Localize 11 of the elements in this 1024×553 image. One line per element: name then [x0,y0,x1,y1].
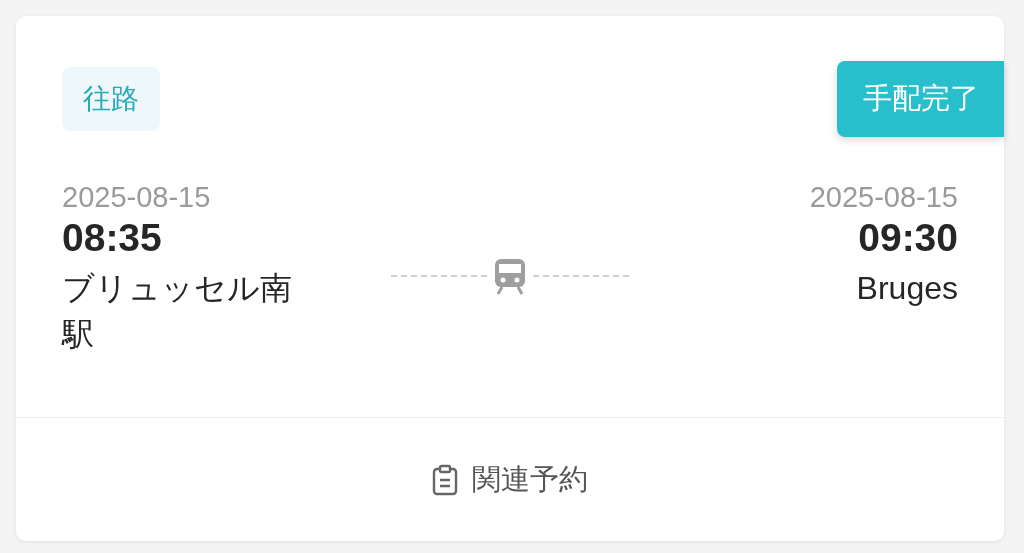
arrival-date: 2025-08-15 [809,180,958,215]
arrival-time: 09:30 [858,215,958,261]
departure-time: 08:35 [62,215,163,261]
train-icon [493,257,527,295]
arrival-station: Bruges [856,269,958,308]
status-badge: 手配完了 [837,61,1004,137]
related-bookings-link[interactable]: 関連予約 [432,457,588,502]
departure-station: ブリュッセル南駅 [62,269,293,354]
departure-date: 2025-08-15 [62,180,212,215]
clipboard-icon [432,463,458,496]
direction-tag: 往路 [62,67,160,131]
